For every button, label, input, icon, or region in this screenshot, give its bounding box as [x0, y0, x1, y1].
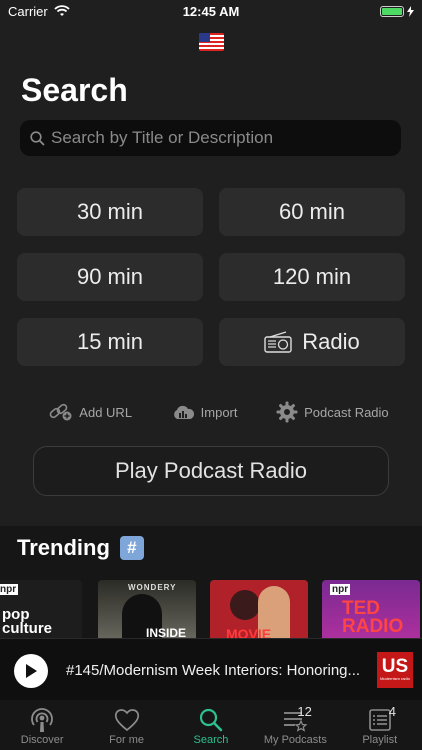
cover-brand: npr — [330, 584, 351, 595]
tab-label: For me — [109, 734, 144, 746]
trending-title: Trending — [17, 535, 110, 560]
status-right — [380, 5, 414, 17]
tab-search[interactable]: Search — [169, 700, 253, 746]
artwork-text: US — [381, 656, 409, 677]
play-icon — [26, 664, 37, 678]
trending-cover-pop-culture[interactable]: npr pop culture — [0, 580, 82, 642]
trending-heading: Trending # — [17, 535, 144, 561]
tab-label: Discover — [20, 734, 64, 746]
hashtag-icon: # — [119, 536, 144, 560]
duration-30-button[interactable]: 30 min — [17, 188, 203, 236]
trending-cover-inside[interactable]: WONDERY INSIDE — [98, 580, 196, 642]
cover-brand: WONDERY — [128, 583, 177, 592]
trending-section: Trending # npr pop culture WONDERY INSID… — [0, 526, 422, 642]
tab-label: Playlist — [362, 734, 398, 746]
tab-my-podcasts[interactable]: 12 My Podcasts — [253, 700, 337, 746]
search-bar[interactable] — [20, 120, 401, 156]
cover-brand: npr — [0, 584, 19, 595]
status-left: Carrier — [8, 4, 70, 19]
action-row: Add URL Import Podcast Radio — [0, 400, 422, 424]
duration-label: 15 min — [76, 329, 144, 354]
search-icon — [30, 130, 45, 146]
heart-icon — [114, 709, 139, 732]
us-flag-icon[interactable] — [199, 33, 224, 51]
search-input[interactable] — [51, 128, 401, 148]
duration-90-button[interactable]: 90 min — [17, 253, 203, 301]
podcast-radio-label: Podcast Radio — [304, 404, 389, 420]
tab-bar: Discover For me Search 12 My Podcasts 4 … — [0, 700, 422, 750]
import-label: Import — [200, 404, 238, 420]
duration-grid: 30 min 60 min 90 min 120 min 15 min Radi… — [17, 188, 406, 366]
duration-60-button[interactable]: 60 min — [219, 188, 405, 236]
trending-covers: npr pop culture WONDERY INSIDE MOVIE npr… — [0, 580, 422, 642]
cover-title: TED RADIO — [342, 598, 404, 637]
tab-discover[interactable]: Discover — [0, 700, 84, 746]
radio-button[interactable]: Radio — [219, 318, 405, 366]
carrier-label: Carrier — [8, 3, 48, 19]
my-podcasts-badge: 12 — [297, 704, 312, 719]
duration-15-button[interactable]: 15 min — [17, 318, 203, 366]
tab-label: Search — [193, 734, 229, 746]
now-playing-artwork[interactable]: US Modernism radio — [377, 652, 413, 688]
charging-icon — [407, 5, 414, 17]
gear-icon — [276, 401, 298, 423]
import-button[interactable]: Import — [171, 404, 238, 420]
duration-label: 30 min — [76, 199, 144, 224]
link-icon — [49, 403, 72, 421]
podcast-icon — [31, 708, 54, 732]
page-title: Search — [21, 72, 128, 108]
duration-120-button[interactable]: 120 min — [219, 253, 405, 301]
now-playing-bar[interactable]: #145/Modernism Week Interiors: Honoring.… — [0, 638, 422, 700]
trending-cover-movie[interactable]: MOVIE — [210, 580, 308, 642]
duration-label: 60 min — [278, 199, 346, 224]
wifi-icon — [54, 5, 70, 16]
cloud-icon — [173, 405, 194, 419]
battery-icon — [380, 5, 404, 17]
radio-icon — [264, 331, 292, 353]
tab-for-me[interactable]: For me — [85, 700, 169, 746]
play-podcast-radio-label: Play Podcast Radio — [115, 458, 307, 483]
cover-title: pop culture — [2, 606, 53, 637]
add-url-label: Add URL — [79, 404, 133, 420]
play-button[interactable] — [14, 654, 48, 688]
status-bar: Carrier 12:45 AM — [0, 0, 422, 22]
tab-label: My Podcasts — [263, 734, 327, 746]
trending-cover-ted-radio[interactable]: npr TED RADIO — [322, 580, 420, 642]
now-playing-title: #145/Modernism Week Interiors: Honoring.… — [66, 662, 361, 679]
cover-figure — [230, 590, 260, 620]
podcast-radio-settings-button[interactable]: Podcast Radio — [276, 401, 389, 423]
tab-playlist[interactable]: 4 Playlist — [338, 700, 422, 746]
add-url-button[interactable]: Add URL — [49, 403, 132, 421]
duration-label: 120 min — [272, 264, 352, 289]
radio-label: Radio — [302, 329, 360, 354]
play-podcast-radio-button[interactable]: Play Podcast Radio — [33, 446, 389, 496]
playlist-badge: 4 — [388, 704, 396, 719]
artwork-subtext: Modernism radio — [380, 676, 410, 681]
duration-label: 90 min — [76, 264, 144, 289]
search-icon — [199, 708, 223, 732]
